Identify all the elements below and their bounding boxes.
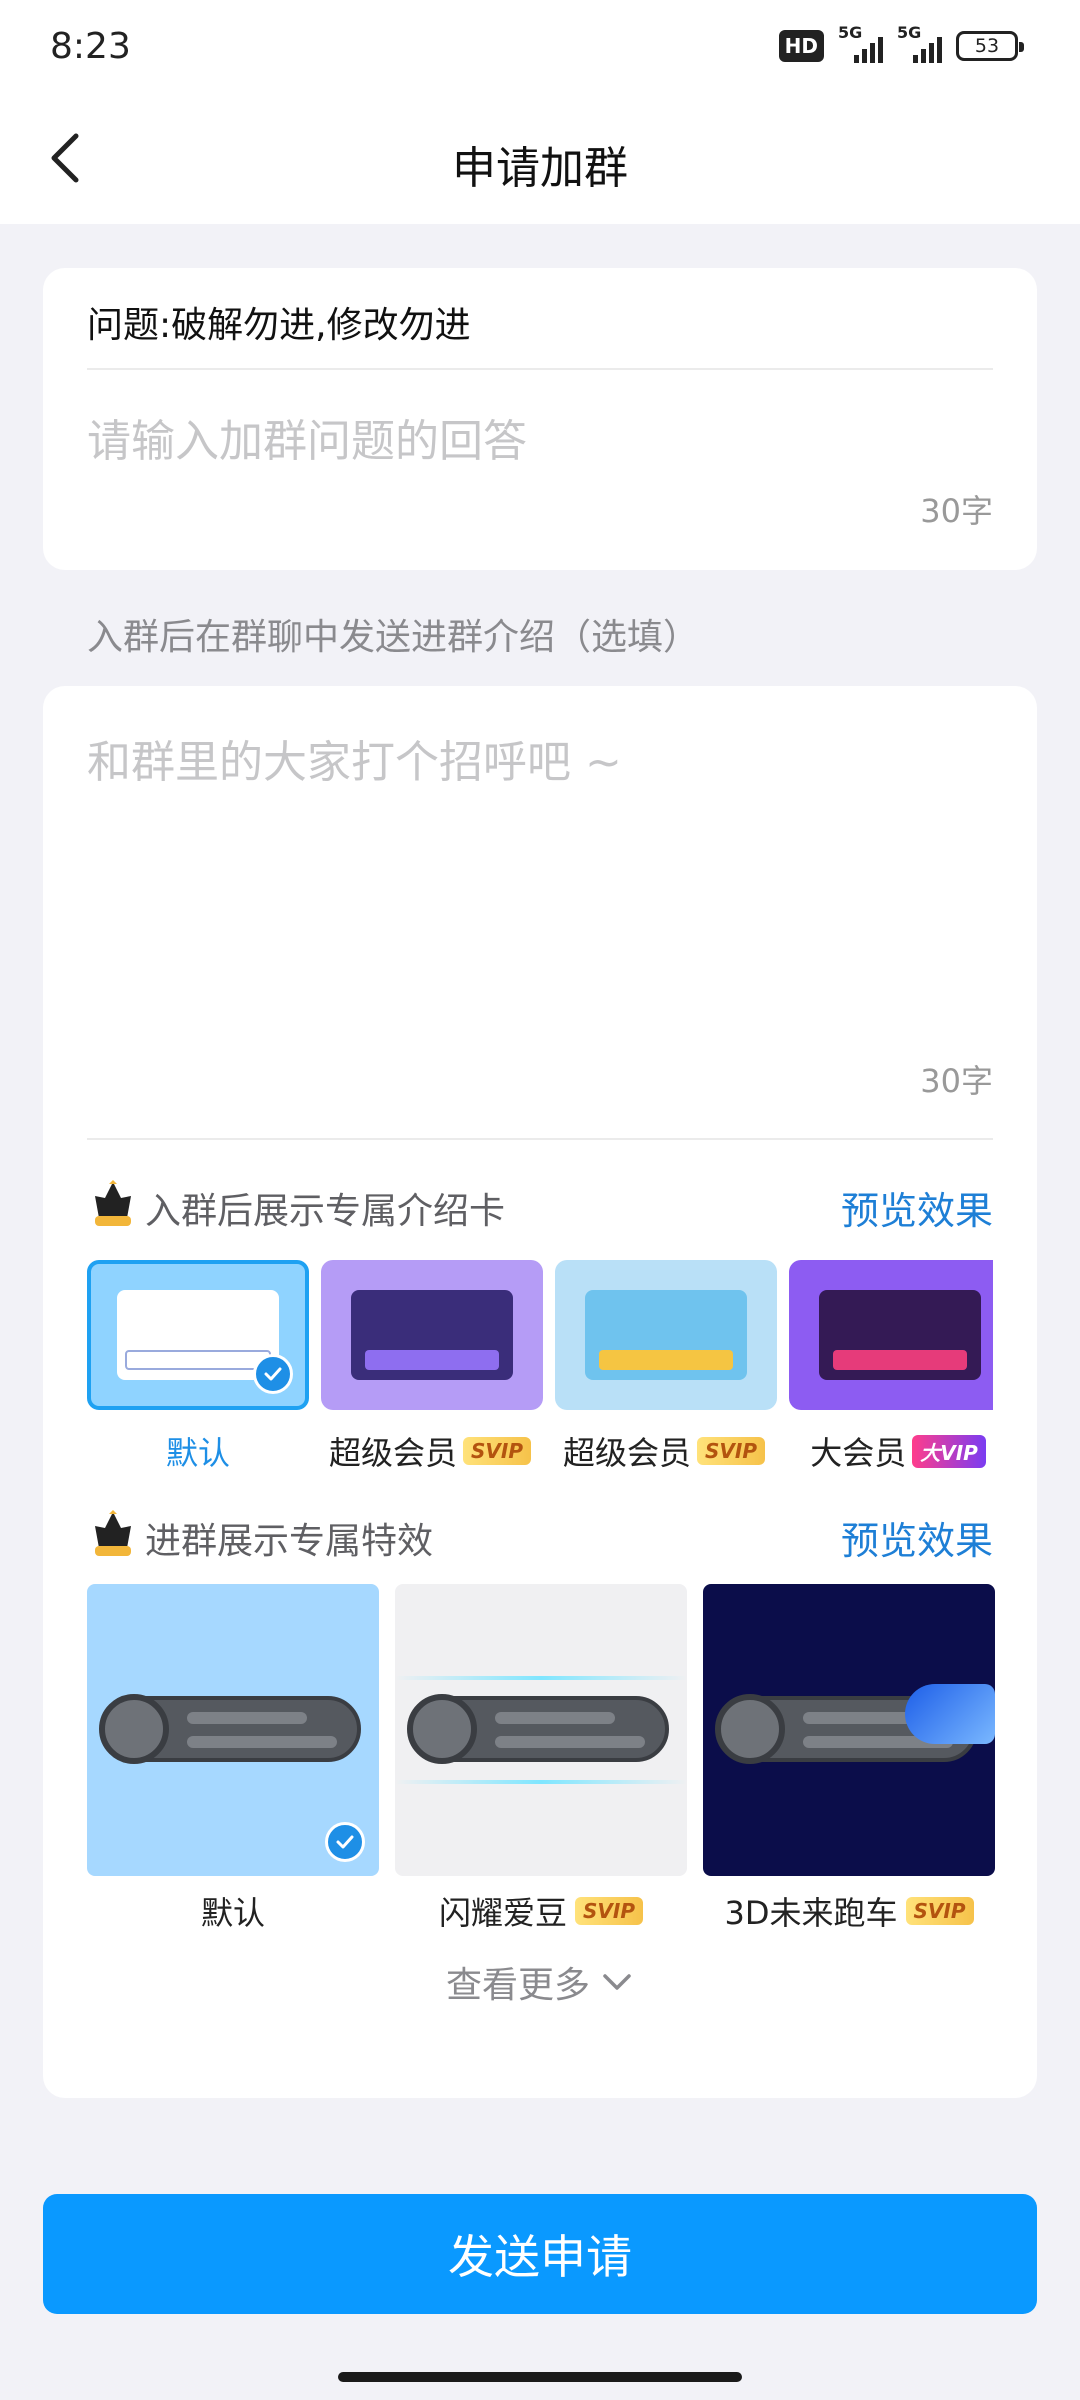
card-thumbnail [585, 1290, 747, 1380]
avatar-icon [99, 1694, 169, 1764]
intro-card-label: 超级会员 SVIP [547, 1428, 781, 1474]
join-effect-option-sports-car[interactable] [703, 1584, 995, 1876]
send-request-button[interactable]: 发送申请 [43, 2194, 1037, 2314]
join-effects-header: 进群展示专属特效 预览效果 [87, 1506, 993, 1566]
svip-badge: SVIP [905, 1897, 974, 1925]
label-text: 超级会员 [329, 1434, 458, 1472]
intro-cards-preview-link[interactable]: 预览效果 [841, 1180, 993, 1235]
check-icon [325, 1822, 365, 1862]
label-text: 3D未来跑车 [724, 1894, 898, 1932]
page-title: 申请加群 [452, 143, 628, 194]
join-effects-preview-link[interactable]: 预览效果 [841, 1510, 993, 1565]
label-text: 闪耀爱豆 [439, 1894, 568, 1932]
hd-badge: HD [778, 30, 824, 62]
avatar-icon [715, 1694, 785, 1764]
intro-cards-header: 入群后展示专属介绍卡 预览效果 [87, 1176, 993, 1236]
avatar-icon [407, 1694, 477, 1764]
label-text: 大会员 [810, 1434, 907, 1472]
card-thumbnail [819, 1290, 981, 1380]
sports-car-icon [905, 1684, 995, 1744]
vip-badge: 大VIP [912, 1434, 986, 1468]
intro-section-label: 入群后在群聊中发送进群介绍（选填） [87, 617, 700, 658]
check-icon [253, 1354, 293, 1394]
crown-icon [95, 1180, 131, 1226]
card-thumbnail [351, 1290, 513, 1380]
status-time: 8:23 [50, 26, 131, 67]
label-text: 默认 [165, 1434, 230, 1472]
intro-card-label: 超级会员 SVIP [313, 1428, 547, 1474]
intro-card-label: 默认 [87, 1428, 309, 1474]
join-effect-label: 默认 [87, 1888, 379, 1934]
view-more-button[interactable]: 查看更多 [43, 1956, 1037, 2008]
intro-card-option-bigvip[interactable] [789, 1260, 993, 1410]
join-effect-option-default[interactable] [87, 1584, 379, 1876]
battery-icon: 53 [956, 31, 1024, 61]
divider [87, 1138, 993, 1140]
signal-icon: 5G [838, 23, 883, 63]
intro-card-labels: 默认 超级会员 SVIP 超级会员 SVIP 大会员 大VIP [87, 1428, 993, 1478]
intro-card: 30字 入群后展示专属介绍卡 预览效果 默认 超级会员SVIP 超级 [43, 686, 1037, 2098]
join-effect-list [87, 1584, 995, 1876]
intro-card-option-default[interactable] [87, 1260, 309, 1410]
intro-card-option-svip-1[interactable] [321, 1260, 543, 1410]
join-question: 问题:破解勿进,修改勿进 [87, 305, 471, 346]
intro-cards-title: 入群后展示专属介绍卡 [145, 1191, 506, 1232]
intro-message-input[interactable] [87, 726, 987, 986]
home-indicator[interactable] [338, 2372, 742, 2382]
svip-badge: SVIP [463, 1437, 531, 1465]
divider [87, 368, 993, 370]
answer-input[interactable] [87, 416, 987, 467]
signal-icon: 5G [897, 23, 942, 63]
answer-char-limit: 30字 [920, 492, 993, 530]
status-icons: HD 5G 5G 53 [778, 23, 1024, 64]
signal-label: 5G [897, 23, 922, 42]
label-text: 超级会员 [563, 1434, 692, 1472]
join-effect-option-idol[interactable] [395, 1584, 687, 1876]
svip-badge: SVIP [697, 1437, 765, 1465]
signal-label: 5G [838, 23, 863, 42]
intro-card-list[interactable] [87, 1260, 993, 1410]
join-effect-label: 闪耀爱豆 SVIP [395, 1888, 687, 1934]
chevron-down-icon [603, 1974, 631, 1990]
status-bar: 8:23 HD 5G 5G 53 [0, 0, 1080, 92]
join-effect-label: 3D未来跑车 SVIP [703, 1888, 995, 1934]
crown-icon [95, 1510, 131, 1556]
nav-bar: 申请加群 [0, 92, 1080, 224]
intro-card-option-svip-2[interactable] [555, 1260, 777, 1410]
intro-card-label: 大会员 大VIP [781, 1428, 993, 1474]
join-effects-title: 进群展示专属特效 [145, 1521, 434, 1562]
svip-badge: SVIP [575, 1897, 643, 1925]
question-card: 问题:破解勿进,修改勿进 30字 [43, 268, 1037, 570]
view-more-label: 查看更多 [445, 1965, 590, 2006]
join-effect-labels: 默认 闪耀爱豆 SVIP 3D未来跑车 SVIP [87, 1888, 993, 1938]
intro-char-limit: 30字 [920, 1062, 993, 1100]
label-text: 默认 [200, 1894, 265, 1932]
